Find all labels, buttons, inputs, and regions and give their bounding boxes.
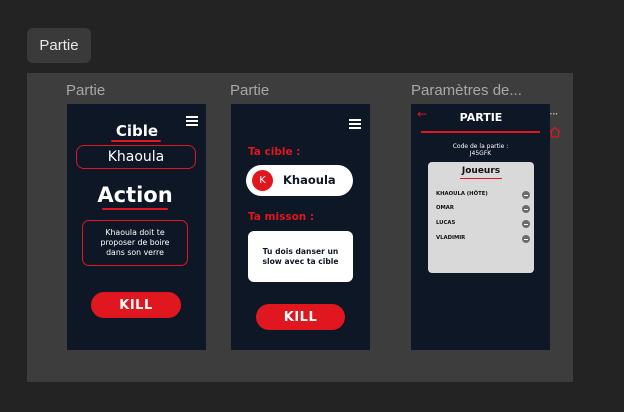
target-name-box: Khaoula <box>76 145 196 169</box>
action-underline <box>102 208 168 210</box>
cible-underline <box>111 140 161 142</box>
player-name: VLADIMIR <box>436 235 466 241</box>
ta-cible-heading: Ta cible : <box>248 146 301 158</box>
frame-label-3: Paramètres de... <box>411 82 522 99</box>
target-pill[interactable]: K Khaoula <box>246 165 353 196</box>
avatar-letter: K <box>259 175 266 186</box>
player-name: KHAOULA (HÔTE) <box>436 191 488 197</box>
player-row: OMAR <box>436 204 532 214</box>
code-label: Code de la partie : <box>452 143 509 150</box>
code-value: J45GFK <box>469 150 492 157</box>
more-options-icon[interactable]: ··· <box>549 108 559 120</box>
remove-player-icon[interactable] <box>522 191 530 199</box>
mission-text: Tu dois danser un slow avec ta cible <box>262 247 339 266</box>
menu-icon[interactable] <box>186 116 198 128</box>
remove-player-icon[interactable] <box>522 235 530 243</box>
player-row: KHAOULA (HÔTE) <box>436 190 532 200</box>
cible-heading: Cible <box>115 122 159 140</box>
players-heading: Joueurs <box>461 166 501 176</box>
menu-icon[interactable] <box>349 119 361 131</box>
players-underline <box>460 178 502 179</box>
home-icon[interactable] <box>548 124 562 138</box>
action-text: Khaoula doit te proposer de boire dans s… <box>100 228 170 257</box>
mission-heading: Ta misson : <box>248 211 315 223</box>
remove-player-icon[interactable] <box>522 205 530 213</box>
kill-button[interactable]: KILL <box>256 304 345 330</box>
target-name: Khaoula <box>107 149 165 165</box>
action-heading: Action <box>97 183 173 207</box>
player-row: LUCAS <box>436 219 532 229</box>
mission-box: Tu dois danser un slow avec ta cible <box>248 231 353 282</box>
frame-label-2: Partie <box>230 82 270 99</box>
kill-button[interactable]: KILL <box>91 292 181 318</box>
player-name: LUCAS <box>436 220 456 226</box>
back-arrow-icon[interactable]: ← <box>417 108 427 120</box>
settings-title: PARTIE <box>459 111 503 124</box>
target-name: Khaoula <box>283 173 336 187</box>
player-name: OMAR <box>436 205 454 211</box>
action-text-box: Khaoula doit te proposer de boire dans s… <box>82 220 188 266</box>
avatar: K <box>252 170 273 191</box>
section-chip[interactable]: Partie <box>27 28 91 63</box>
title-underline <box>421 131 540 133</box>
remove-player-icon[interactable] <box>522 220 530 228</box>
frame-label-1: Partie <box>66 82 106 99</box>
player-row: VLADIMIR <box>436 234 532 244</box>
